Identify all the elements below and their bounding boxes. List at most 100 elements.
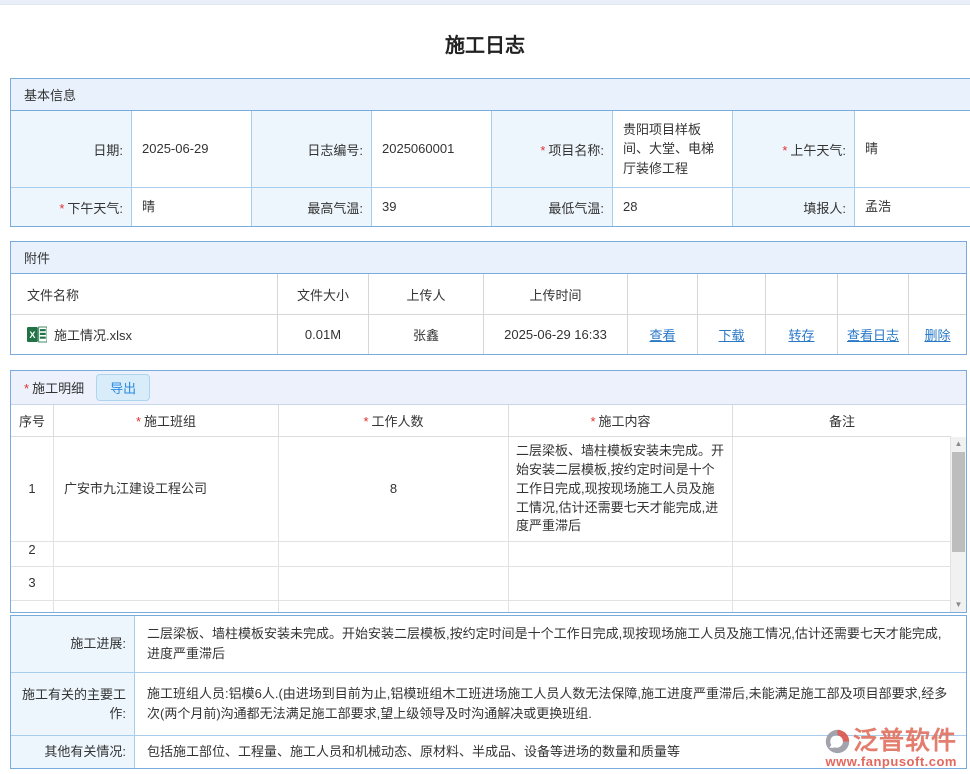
required-marker: * — [782, 143, 787, 158]
required-marker: * — [590, 414, 595, 429]
other-info-label: 其他有关情况: — [11, 736, 135, 768]
construction-details-panel: *施工明细 导出 序号 *施工班组 *工作人数 *施工内容 备注 1 广安市九江… — [10, 370, 967, 613]
col-empty — [628, 274, 698, 315]
attachment-upload-time: 2025-06-29 16:33 — [484, 315, 628, 354]
col-remark: 备注 — [733, 405, 951, 437]
row-team — [54, 567, 279, 601]
col-empty — [698, 274, 766, 315]
progress-row: 施工进展: 二层梁板、墙柱模板安装未完成。开始安装二层模板,按约定时间是十个工作… — [11, 616, 966, 673]
row-team: 广安市九江建设工程公司 — [54, 437, 279, 542]
attachment-uploader: 张鑫 — [369, 315, 484, 354]
row-workers — [279, 534, 509, 567]
attachments-header-row: 文件名称 文件大小 上传人 上传时间 — [11, 274, 966, 315]
main-work-value: 施工班组人员:铝模6人.(由进场到目前为止,铝模班组木工班进场施工人员人数无法保… — [135, 673, 966, 736]
col-file-size: 文件大小 — [278, 274, 369, 315]
table-row: 3 — [11, 567, 951, 601]
min-temp-label: 最低气温: — [492, 188, 613, 226]
other-info-value: 包括施工部位、工程量、施工人员和机械动态、原材料、半成品、设备等进场的数量和质量… — [135, 736, 966, 768]
attachments-section-title: 附件 — [24, 248, 50, 267]
details-section-title: *施工明细 — [24, 378, 84, 397]
col-uploader: 上传人 — [369, 274, 484, 315]
col-team: *施工班组 — [54, 405, 279, 437]
page-title: 施工日志 — [0, 29, 970, 58]
log-no-label: 日志编号: — [252, 111, 372, 188]
row-remark — [733, 437, 951, 542]
table-row: 1 广安市九江建设工程公司 8 二层梁板、墙柱模板安装未完成。开始安装二层模板,… — [11, 437, 951, 534]
project-name-value: 贵阳项目样板间、大堂、电梯厅装修工程 — [613, 111, 733, 188]
required-marker: * — [540, 143, 545, 158]
project-name-label: *项目名称: — [492, 111, 613, 188]
details-section-header: *施工明细 导出 — [11, 371, 966, 405]
log-no-value: 2025060001 — [372, 111, 492, 188]
export-button[interactable]: 导出 — [96, 374, 150, 401]
attachment-file-name: X 施工情况.xlsx — [11, 315, 278, 354]
required-marker: * — [136, 414, 141, 429]
other-info-row: 其他有关情况: 包括施工部位、工程量、施工人员和机械动态、原材料、半成品、设备等… — [11, 736, 966, 768]
row-workers: 8 — [279, 437, 509, 542]
col-empty — [909, 274, 966, 315]
row-workers — [279, 601, 509, 612]
main-work-row: 施工有关的主要工作: 施工班组人员:铝模6人.(由进场到目前为止,铝模班组木工班… — [11, 673, 966, 736]
progress-value: 二层梁板、墙柱模板安装未完成。开始安装二层模板,按约定时间是十个工作日完成,现按… — [135, 616, 966, 673]
main-work-label: 施工有关的主要工作: — [11, 673, 135, 736]
min-temp-value: 28 — [613, 188, 733, 226]
date-value: 2025-06-29 — [132, 111, 252, 188]
max-temp-value: 39 — [372, 188, 492, 226]
attachment-file-size: 0.01M — [278, 315, 369, 354]
view-link[interactable]: 查看 — [649, 325, 675, 344]
col-workers: *工作人数 — [279, 405, 509, 437]
row-remark — [733, 601, 951, 612]
col-seq: 序号 — [11, 405, 54, 437]
row-workers — [279, 567, 509, 601]
am-weather-value: 晴 — [855, 111, 970, 188]
am-weather-label: *上午天气: — [733, 111, 855, 188]
row-content — [509, 567, 733, 601]
scrollbar-thumb[interactable] — [952, 452, 965, 552]
col-empty — [838, 274, 909, 315]
scroll-down-icon[interactable]: ▼ — [955, 598, 963, 612]
progress-label: 施工进展: — [11, 616, 135, 673]
table-row: 2 — [11, 534, 951, 567]
row-seq: 2 — [11, 534, 54, 567]
attachments-panel: 附件 文件名称 文件大小 上传人 上传时间 X 施工情况.xlsx 0.01M … — [10, 241, 967, 355]
pm-weather-value: 晴 — [132, 188, 252, 226]
max-temp-label: 最高气温: — [252, 188, 372, 226]
scroll-up-icon[interactable]: ▲ — [955, 437, 963, 451]
col-content: *施工内容 — [509, 405, 733, 437]
basic-info-section-header: 基本信息 — [11, 79, 970, 111]
row-content — [509, 601, 733, 612]
row-team — [54, 534, 279, 567]
required-marker: * — [24, 381, 29, 396]
attachment-row: X 施工情况.xlsx 0.01M 张鑫 2025-06-29 16:33 查看… — [11, 315, 966, 354]
vertical-scrollbar[interactable]: ▲ ▼ — [951, 437, 966, 612]
row-seq: 1 — [11, 437, 54, 542]
row-remark — [733, 534, 951, 567]
basic-info-section-title: 基本信息 — [24, 85, 76, 104]
svg-text:X: X — [29, 330, 36, 340]
reporter-label: 填报人: — [733, 188, 855, 226]
details-table-body: 1 广安市九江建设工程公司 8 二层梁板、墙柱模板安装未完成。开始安装二层模板,… — [11, 437, 966, 612]
required-marker: * — [363, 414, 368, 429]
pm-weather-label: *下午天气: — [11, 188, 132, 226]
col-upload-time: 上传时间 — [484, 274, 628, 315]
table-row: 4 — [11, 601, 951, 612]
delete-link[interactable]: 删除 — [924, 325, 950, 344]
summary-panel: 施工进展: 二层梁板、墙柱模板安装未完成。开始安装二层模板,按约定时间是十个工作… — [10, 615, 967, 769]
details-rows: 1 广安市九江建设工程公司 8 二层梁板、墙柱模板安装未完成。开始安装二层模板,… — [11, 437, 951, 612]
details-header-row: 序号 *施工班组 *工作人数 *施工内容 备注 — [11, 405, 966, 437]
required-marker: * — [59, 201, 64, 216]
row-content: 二层梁板、墙柱模板安装未完成。开始安装二层模板,按约定时间是十个工作日完成,现按… — [509, 437, 733, 542]
col-file-name: 文件名称 — [11, 274, 278, 315]
excel-file-icon: X — [27, 326, 47, 343]
row-remark — [733, 567, 951, 601]
row-content — [509, 534, 733, 567]
top-strip — [0, 0, 970, 5]
transfer-link[interactable]: 转存 — [788, 325, 814, 344]
download-link[interactable]: 下载 — [718, 325, 744, 344]
col-empty — [766, 274, 838, 315]
date-label: 日期: — [11, 111, 132, 188]
row-seq: 3 — [11, 567, 54, 601]
view-log-link[interactable]: 查看日志 — [847, 325, 899, 344]
attachments-section-header: 附件 — [11, 242, 966, 274]
basic-info-table: 日期: 2025-06-29 日志编号: 2025060001 *项目名称: 贵… — [11, 111, 970, 226]
